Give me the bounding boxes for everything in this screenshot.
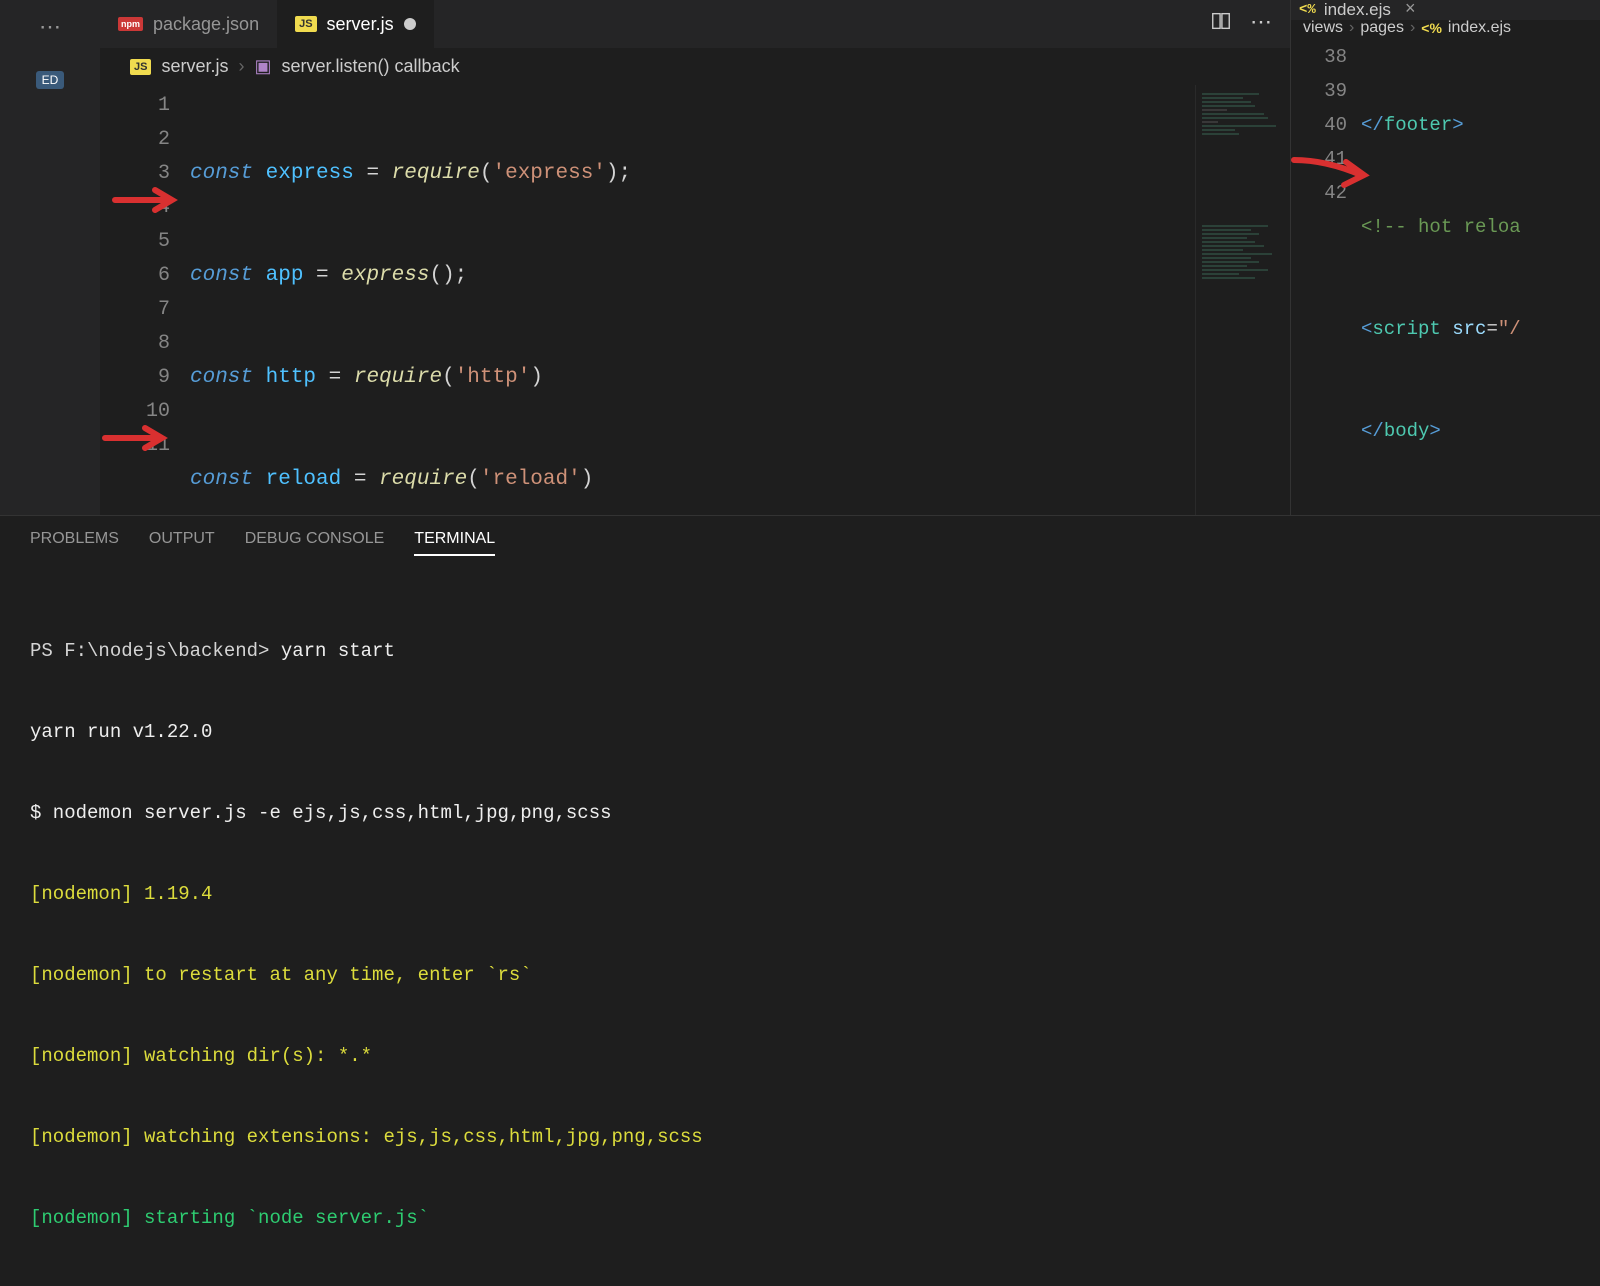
activity-bar: ⋯ ED: [0, 0, 100, 515]
secondary-code[interactable]: 3839 4041 42 </footer> <!-- hot reloa <s…: [1291, 36, 1600, 515]
dirty-indicator-icon: [404, 18, 416, 30]
terminal-output[interactable]: PS F:\nodejs\backend> yarn start yarn ru…: [30, 566, 1570, 1286]
js-icon: JS: [130, 59, 151, 75]
breadcrumb[interactable]: JS server.js › ▣ server.listen() callbac…: [100, 48, 1290, 85]
npm-icon: npm: [118, 17, 143, 31]
editor-secondary: <% index.ejs × views › pages › <% index.…: [1290, 0, 1600, 515]
ejs-icon: <%: [1299, 2, 1316, 18]
tab-label: server.js: [327, 14, 394, 35]
tab-server-js[interactable]: JS server.js: [277, 0, 434, 48]
editor-main: npm package.json JS server.js ⋯ JS serve…: [100, 0, 1290, 515]
close-icon[interactable]: ×: [1405, 0, 1416, 20]
annotation-arrow-icon: [100, 423, 185, 459]
chevron-right-icon: ›: [1410, 20, 1415, 36]
tab-debug-console[interactable]: DEBUG CONSOLE: [245, 530, 385, 556]
ejs-icon: <%: [1421, 20, 1442, 36]
menu-dots-icon[interactable]: ⋯: [39, 15, 61, 41]
chevron-right-icon: ›: [1349, 20, 1354, 36]
tab-label: package.json: [153, 14, 259, 35]
tab-index-ejs[interactable]: index.ejs: [1324, 0, 1391, 20]
code-content[interactable]: const express = require('express'); cons…: [190, 85, 1195, 515]
secondary-tabs: <% index.ejs ×: [1291, 0, 1600, 20]
tab-terminal[interactable]: TERMINAL: [414, 530, 495, 556]
split-editor-icon[interactable]: [1210, 10, 1232, 38]
annotation-arrow-icon: [100, 185, 190, 221]
editor-badge: ED: [36, 71, 65, 89]
tab-output[interactable]: OUTPUT: [149, 530, 215, 556]
breadcrumb-symbol: server.listen() callback: [282, 56, 460, 77]
annotation-arrow-icon: [1290, 150, 1381, 206]
panel-tabs: PROBLEMS OUTPUT DEBUG CONSOLE TERMINAL: [30, 516, 1570, 566]
js-icon: JS: [295, 16, 316, 32]
editor-body[interactable]: 123 456 789 1011 const express = require…: [100, 85, 1290, 515]
tab-package-json[interactable]: npm package.json: [100, 0, 277, 48]
more-actions-icon[interactable]: ⋯: [1250, 10, 1272, 38]
symbol-icon: ▣: [255, 56, 272, 77]
secondary-gutter: 3839 4041 42: [1291, 40, 1361, 515]
tab-problems[interactable]: PROBLEMS: [30, 530, 119, 556]
secondary-breadcrumb[interactable]: views › pages › <% index.ejs: [1291, 20, 1600, 36]
minimap[interactable]: [1195, 85, 1290, 515]
editor-tabs: npm package.json JS server.js ⋯: [100, 0, 1290, 48]
chevron-right-icon: ›: [239, 56, 245, 77]
bottom-panel: PROBLEMS OUTPUT DEBUG CONSOLE TERMINAL P…: [0, 515, 1600, 900]
breadcrumb-file: server.js: [161, 56, 228, 77]
